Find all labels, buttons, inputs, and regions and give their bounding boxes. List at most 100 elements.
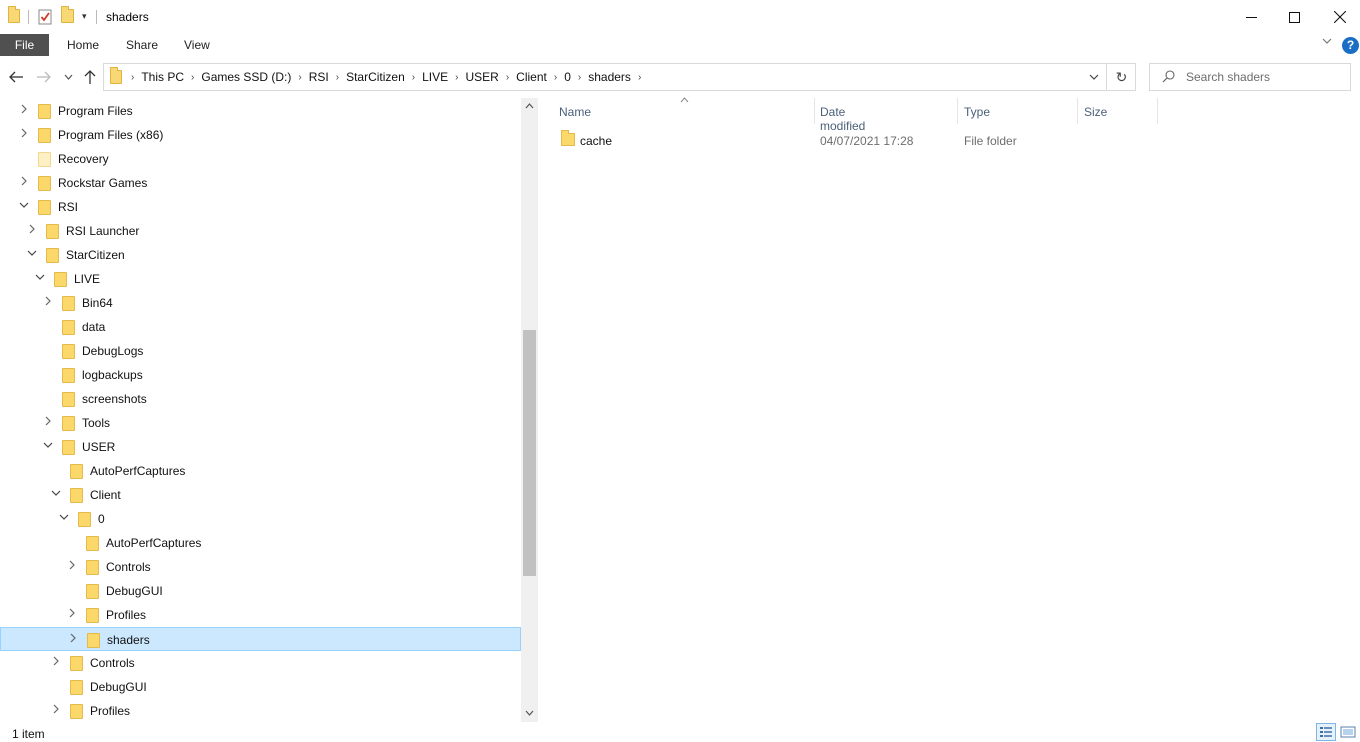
tree-item[interactable]: AutoPerfCaptures	[0, 531, 521, 555]
chevron-right-icon[interactable]	[66, 633, 80, 647]
tree-item[interactable]: logbackups	[0, 363, 521, 387]
address-bar[interactable]: › This PC › Games SSD (D:) › RSI › StarC…	[103, 63, 1136, 91]
tree-item-label: StarCitizen	[66, 248, 125, 262]
new-folder-icon[interactable]	[61, 6, 74, 25]
tree-item[interactable]: 0	[0, 507, 521, 531]
chevron-right-icon[interactable]	[65, 608, 79, 622]
large-icons-view-button[interactable]	[1338, 723, 1358, 741]
back-button[interactable]	[5, 66, 27, 88]
navigation-pane-scrollbar[interactable]	[521, 98, 538, 722]
breadcrumb-client[interactable]: Client	[512, 70, 551, 84]
breadcrumb-shaders[interactable]: shaders	[584, 70, 635, 84]
column-name[interactable]: Name	[559, 105, 591, 119]
chevron-right-icon[interactable]	[17, 176, 31, 190]
address-history-button[interactable]	[1082, 64, 1106, 90]
tree-item[interactable]: screenshots	[0, 387, 521, 411]
tree-item[interactable]: data	[0, 315, 521, 339]
tree-item[interactable]: Bin64	[0, 291, 521, 315]
chevron-right-icon[interactable]	[65, 560, 79, 574]
tree-item[interactable]: USER	[0, 435, 521, 459]
minimize-icon	[1245, 16, 1257, 18]
file-row[interactable]: cache 04/07/2021 17:28 File folder	[553, 128, 1143, 152]
tree-item[interactable]: Profiles	[0, 603, 521, 627]
close-button[interactable]	[1317, 0, 1360, 34]
tree-item[interactable]: Tools	[0, 411, 521, 435]
chevron-right-icon[interactable]	[17, 128, 31, 142]
maximize-button[interactable]	[1271, 0, 1317, 34]
breadcrumb-0[interactable]: 0	[560, 70, 575, 84]
tree-item[interactable]: LIVE	[0, 267, 521, 291]
chevron-right-icon[interactable]: ›	[551, 72, 560, 83]
scroll-down-button[interactable]	[521, 705, 538, 722]
tree-item[interactable]: DebugGUI	[0, 675, 521, 699]
customize-quick-access-icon[interactable]: ▾	[82, 11, 87, 27]
recent-locations-button[interactable]	[58, 66, 78, 88]
tree-item[interactable]: Client	[0, 483, 521, 507]
column-type[interactable]: Type	[964, 105, 990, 119]
column-size[interactable]: Size	[1084, 105, 1107, 119]
chevron-down-icon[interactable]	[57, 512, 71, 526]
tree-item[interactable]: shaders	[0, 627, 521, 651]
tree-item[interactable]: Program Files	[0, 99, 521, 123]
scroll-up-button[interactable]	[521, 98, 538, 115]
folder-icon	[62, 416, 75, 431]
forward-button[interactable]	[33, 66, 55, 88]
expand-ribbon-icon[interactable]	[1322, 36, 1332, 49]
tree-item[interactable]: Rockstar Games	[0, 171, 521, 195]
tab-file[interactable]: File	[0, 34, 49, 56]
chevron-right-icon[interactable]	[25, 224, 39, 238]
help-icon[interactable]: ?	[1342, 37, 1359, 54]
chevron-right-icon[interactable]: ›	[333, 72, 342, 83]
chevron-down-icon[interactable]	[17, 200, 31, 214]
chevron-right-icon[interactable]: ›	[128, 72, 137, 83]
chevron-right-icon[interactable]: ›	[503, 72, 512, 83]
tab-view[interactable]: View	[184, 34, 210, 56]
up-button[interactable]	[79, 66, 101, 88]
breadcrumb-starcitizen[interactable]: StarCitizen	[342, 70, 409, 84]
chevron-right-icon[interactable]: ›	[295, 72, 304, 83]
chevron-right-icon[interactable]	[49, 656, 63, 670]
tree-item[interactable]: RSI	[0, 195, 521, 219]
column-divider[interactable]	[957, 98, 958, 124]
chevron-down-icon[interactable]	[41, 440, 55, 454]
tree-item[interactable]: Controls	[0, 651, 521, 675]
chevron-right-icon[interactable]: ›	[452, 72, 461, 83]
tree-item[interactable]: Profiles	[0, 699, 521, 722]
tree-item[interactable]: RSI Launcher	[0, 219, 521, 243]
tree-item[interactable]: DebugGUI	[0, 579, 521, 603]
breadcrumb-live[interactable]: LIVE	[418, 70, 452, 84]
breadcrumb-this-pc[interactable]: This PC	[137, 70, 188, 84]
scroll-thumb[interactable]	[523, 330, 536, 576]
chevron-right-icon[interactable]: ›	[188, 72, 197, 83]
chevron-right-icon[interactable]	[41, 416, 55, 430]
tab-home[interactable]: Home	[67, 34, 99, 56]
column-divider[interactable]	[1157, 98, 1158, 124]
chevron-right-icon[interactable]	[17, 104, 31, 118]
breadcrumb-drive[interactable]: Games SSD (D:)	[197, 70, 295, 84]
details-view-button[interactable]	[1316, 723, 1336, 741]
search-box[interactable]	[1149, 63, 1351, 91]
chevron-right-icon[interactable]	[49, 704, 63, 718]
tree-item[interactable]: Recovery	[0, 147, 521, 171]
search-input[interactable]	[1186, 68, 1346, 86]
breadcrumb-rsi[interactable]: RSI	[305, 70, 333, 84]
minimize-button[interactable]	[1228, 0, 1274, 34]
tab-share[interactable]: Share	[126, 34, 158, 56]
chevron-right-icon[interactable]: ›	[409, 72, 418, 83]
chevron-down-icon[interactable]	[33, 272, 47, 286]
breadcrumb-user[interactable]: USER	[461, 70, 502, 84]
tree-item[interactable]: Controls	[0, 555, 521, 579]
tree-item[interactable]: AutoPerfCaptures	[0, 459, 521, 483]
chevron-down-icon[interactable]	[25, 248, 39, 262]
chevron-right-icon[interactable]	[41, 296, 55, 310]
chevron-right-icon[interactable]: ›	[635, 72, 644, 83]
tree-item[interactable]: StarCitizen	[0, 243, 521, 267]
tree-item[interactable]: DebugLogs	[0, 339, 521, 363]
chevron-right-icon[interactable]: ›	[575, 72, 584, 83]
chevron-down-icon[interactable]	[49, 488, 63, 502]
column-divider[interactable]	[1077, 98, 1078, 124]
tree-item[interactable]: Program Files (x86)	[0, 123, 521, 147]
column-divider[interactable]	[814, 98, 815, 124]
refresh-button[interactable]: ↻	[1106, 64, 1136, 90]
properties-icon[interactable]	[38, 9, 53, 25]
